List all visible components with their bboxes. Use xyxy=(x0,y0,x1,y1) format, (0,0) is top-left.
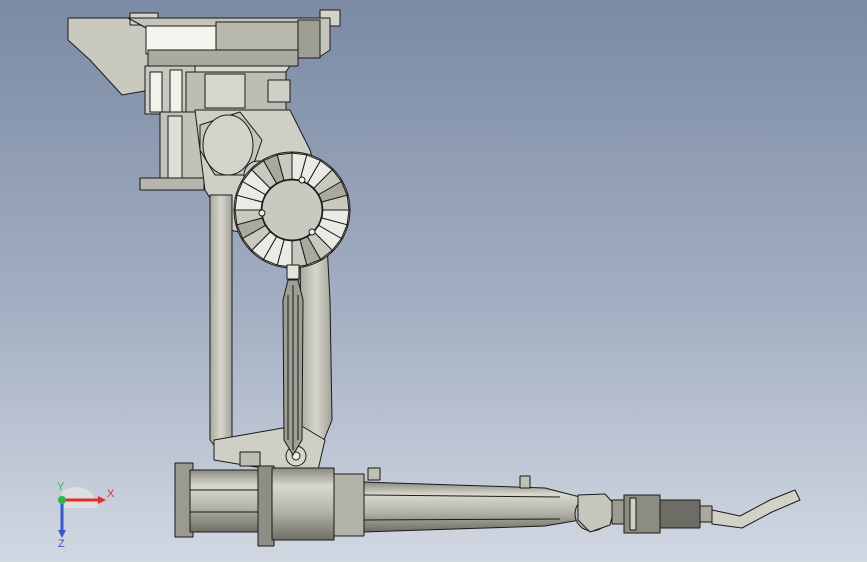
turntable xyxy=(144,65,291,115)
wrist xyxy=(574,493,625,533)
forearm xyxy=(174,451,581,547)
view-orientation-triad: X Y Z xyxy=(57,481,115,548)
robot-arm-model[interactable] xyxy=(0,0,867,562)
x-axis-label: X xyxy=(107,488,115,500)
y-axis-label: Y xyxy=(57,481,65,493)
graphics-viewport[interactable]: X Y Z xyxy=(0,0,867,562)
shoulder-gear xyxy=(233,151,351,269)
z-axis-label: Z xyxy=(58,538,65,548)
balancer-cylinder xyxy=(282,264,304,456)
y-axis-marker xyxy=(58,496,66,504)
x-axis-arrowhead xyxy=(98,496,106,504)
triad-plane xyxy=(62,486,98,508)
welding-torch xyxy=(623,489,801,534)
z-axis-arrowhead xyxy=(58,530,66,538)
